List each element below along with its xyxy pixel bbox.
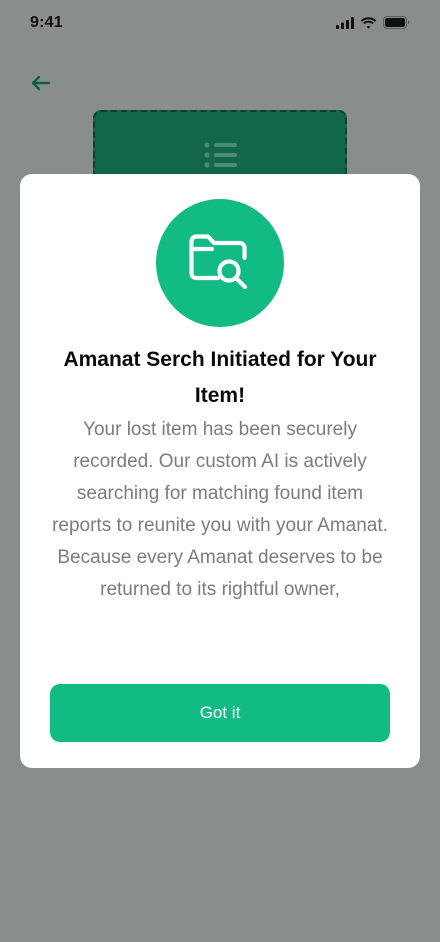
status-bar: 9:41 — [0, 0, 440, 48]
modal-title: Amanat Serch Initiated for Your Item! — [63, 348, 377, 407]
confirmation-modal: Amanat Serch Initiated for Your Item! Yo… — [20, 174, 420, 768]
modal-icon-badge — [156, 199, 284, 327]
arrow-left-icon — [31, 75, 51, 91]
modal-message: Your lost item has been securely recorde… — [52, 419, 388, 600]
status-time: 9:41 — [30, 14, 63, 31]
cellular-signal-icon — [336, 16, 354, 29]
got-it-button[interactable]: Got it — [50, 684, 390, 742]
status-icons — [336, 16, 410, 29]
battery-icon — [383, 16, 410, 29]
back-button[interactable] — [28, 70, 54, 96]
screen: 9:41 Amanat Serch Initiated for Your Ite… — [0, 0, 440, 942]
wifi-icon — [360, 16, 377, 29]
folder-search-icon — [189, 234, 248, 290]
list-icon — [203, 140, 239, 177]
